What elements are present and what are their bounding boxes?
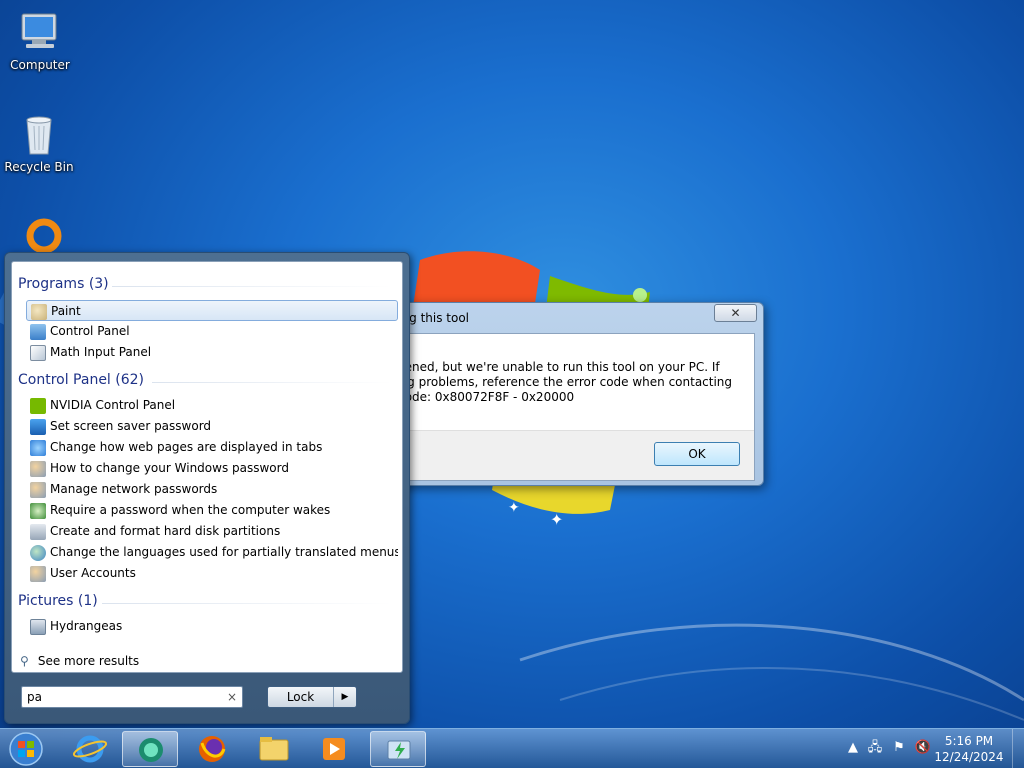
taskbar-running-app[interactable] <box>122 731 178 767</box>
system-clock[interactable]: 5:16 PM 12/24/2024 <box>924 733 1014 765</box>
result-label: Change the languages used for partially … <box>50 545 398 559</box>
dialog-footer: OK <box>382 430 754 480</box>
app-running-icon <box>139 738 163 762</box>
disk-management-icon <box>30 524 46 540</box>
result-label: User Accounts <box>50 566 136 580</box>
nvidia-icon <box>30 398 46 414</box>
result-control-panel[interactable]: Control Panel <box>26 321 398 342</box>
taskbar-media-player[interactable] <box>306 731 362 767</box>
users-icon <box>30 461 46 477</box>
computer-icon <box>16 8 64 56</box>
screen-saver-icon <box>30 419 46 435</box>
result-label: NVIDIA Control Panel <box>50 398 176 412</box>
power-icon <box>30 503 46 519</box>
users-icon <box>30 566 46 582</box>
recycle-bin-icon <box>15 110 63 158</box>
firefox-icon <box>199 736 226 762</box>
section-divider <box>112 286 392 287</box>
network-icon[interactable]: 🖧 <box>866 739 884 757</box>
section-control-panel-title: Control Panel (62) <box>18 372 145 388</box>
show-desktop-button[interactable] <box>1012 729 1024 768</box>
taskbar-internet-explorer[interactable] <box>62 731 118 767</box>
users-icon <box>30 482 46 498</box>
control-panel-icon <box>30 324 46 340</box>
media-player-icon <box>323 738 345 760</box>
section-divider <box>102 603 392 604</box>
search-results-panel: Programs (3) Paint Control Panel Math In… <box>11 261 403 673</box>
see-more-label: See more results <box>37 654 140 668</box>
result-hydrangeas[interactable]: Hydrangeas <box>26 616 398 637</box>
ok-button[interactable]: OK <box>654 442 740 466</box>
result-change-windows-password[interactable]: How to change your Windows password <box>26 458 398 479</box>
dialog-message-line: appened, but we're unable to run this to… <box>382 360 720 374</box>
error-dialog: nning this tool ✕ appened, but we're una… <box>372 302 764 486</box>
taskbar: ▲ 🖧 ⚑ 🔇 5:16 PM 12/24/2024 <box>0 728 1024 768</box>
file-explorer-icon <box>259 737 289 761</box>
search-icon: ⚲ <box>20 654 29 668</box>
action-center-flag-icon[interactable]: ⚑ <box>890 739 908 757</box>
start-button[interactable] <box>6 731 46 767</box>
desktop-icon-recycle-bin[interactable]: Recycle Bin <box>1 110 77 174</box>
dialog-message-line: ncing problems, reference the error code… <box>382 375 733 389</box>
result-label: Paint <box>51 304 81 318</box>
result-label: Require a password when the computer wak… <box>50 503 331 517</box>
result-label: Control Panel <box>50 324 130 338</box>
globe-icon <box>30 545 46 561</box>
search-input-value: pa <box>27 690 42 704</box>
show-hidden-icons-arrow-icon[interactable]: ▲ <box>844 739 862 757</box>
taskbar-file-explorer[interactable] <box>246 731 302 767</box>
desktop-icon-label: Recycle Bin <box>4 160 74 174</box>
result-label: Create and format hard disk partitions <box>50 524 281 538</box>
internet-explorer-icon <box>72 735 108 763</box>
result-languages[interactable]: Change the languages used for partially … <box>26 542 398 563</box>
dialog-message-line: or code: 0x80072F8F - 0x20000 <box>382 390 575 404</box>
result-label: Change how web pages are displayed in ta… <box>50 440 323 454</box>
maintenance-tool-icon <box>387 740 411 760</box>
result-web-pages-tabs[interactable]: Change how web pages are displayed in ta… <box>26 437 398 458</box>
paint-icon <box>31 304 47 320</box>
clock-time: 5:16 PM <box>944 734 994 748</box>
image-file-icon <box>30 619 46 635</box>
internet-options-icon <box>30 440 46 456</box>
result-screen-saver-password[interactable]: Set screen saver password <box>26 416 398 437</box>
svg-text:✦: ✦ <box>550 510 563 529</box>
dialog-close-button[interactable]: ✕ <box>714 304 757 322</box>
result-label: Set screen saver password <box>50 419 212 433</box>
power-options-arrow-icon[interactable]: ▶ <box>334 687 356 707</box>
windows-orb-icon <box>9 732 43 766</box>
desktop-icon-label: Computer <box>10 58 70 72</box>
result-password-on-wake[interactable]: Require a password when the computer wak… <box>26 500 398 521</box>
section-pictures-title: Pictures (1) <box>18 593 98 609</box>
svg-text:✦: ✦ <box>508 500 520 516</box>
section-divider <box>152 382 392 383</box>
section-programs-title: Programs (3) <box>18 276 109 292</box>
clear-search-icon[interactable]: × <box>227 687 237 707</box>
lock-button[interactable]: Lock <box>268 687 334 707</box>
result-nvidia-control-panel[interactable]: NVIDIA Control Panel <box>26 395 398 416</box>
dialog-message: appened, but we're unable to run this to… <box>382 360 742 405</box>
see-more-results-link[interactable]: ⚲ See more results <box>20 654 139 668</box>
result-manage-network-passwords[interactable]: Manage network passwords <box>26 479 398 500</box>
result-label: Manage network passwords <box>50 482 218 496</box>
start-menu: Programs (3) Paint Control Panel Math In… <box>4 252 410 724</box>
result-math-input-panel[interactable]: Math Input Panel <box>26 342 398 363</box>
lock-button-group: Lock ▶ <box>267 686 357 708</box>
result-label: Math Input Panel <box>50 345 152 359</box>
math-input-icon <box>30 345 46 361</box>
start-search-input[interactable]: pa × <box>21 686 243 708</box>
taskbar-firefox[interactable] <box>184 731 240 767</box>
result-label: How to change your Windows password <box>50 461 289 475</box>
result-label: Hydrangeas <box>50 619 123 633</box>
result-paint[interactable]: Paint <box>26 300 398 321</box>
clock-date: 12/24/2024 <box>934 750 1004 764</box>
taskbar-maintenance-tool[interactable] <box>370 731 426 767</box>
result-user-accounts[interactable]: User Accounts <box>26 563 398 584</box>
desktop-icon-computer[interactable]: Computer <box>2 8 78 72</box>
dialog-body: appened, but we're unable to run this to… <box>381 333 755 481</box>
result-disk-partitions[interactable]: Create and format hard disk partitions <box>26 521 398 542</box>
